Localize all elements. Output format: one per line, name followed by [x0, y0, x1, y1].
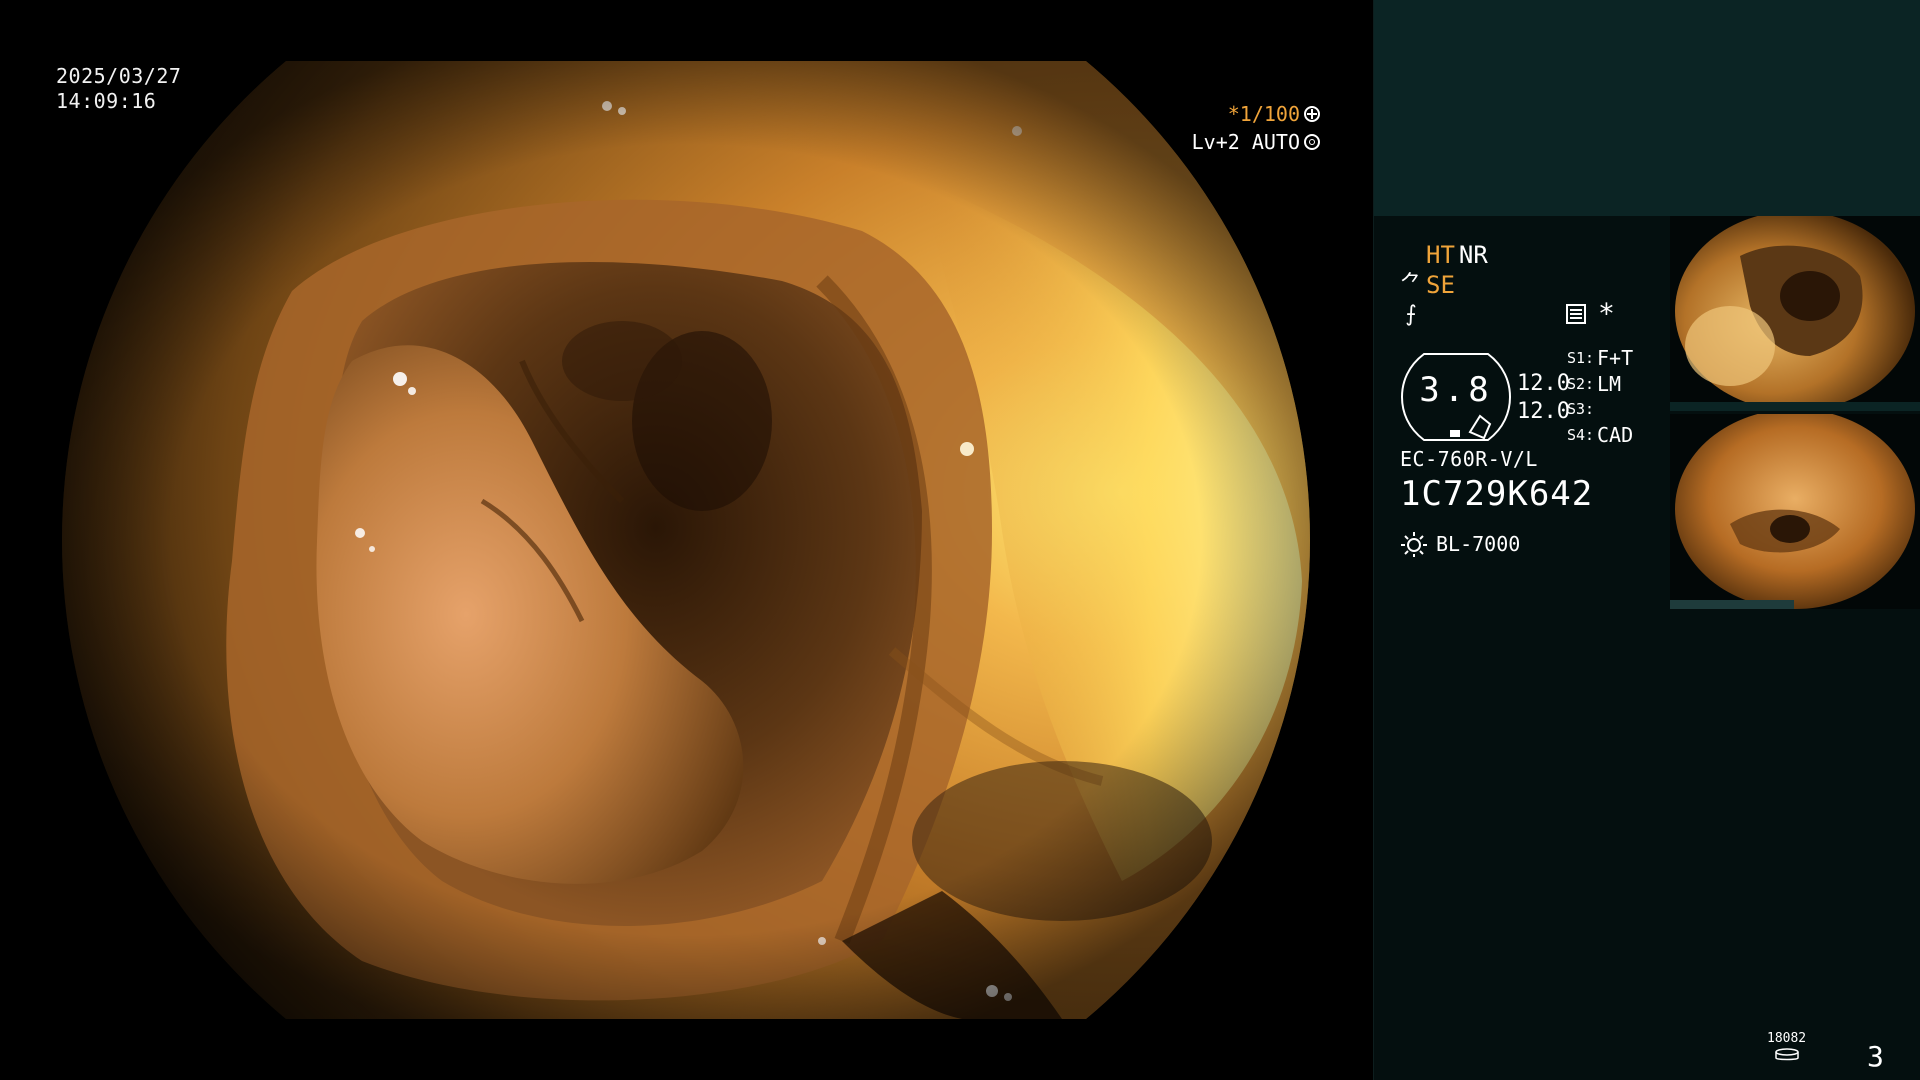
- sun-icon: [1401, 532, 1427, 557]
- info-panel: HT NR ⺈ SE ⨍ * 3.8 12.0 12.0 S1: F+T S2:…: [1373, 0, 1920, 1080]
- scale-value-1: 12.0: [1517, 371, 1570, 396]
- sharpness-line: ⨍: [1400, 300, 1488, 330]
- light-source: BL-7000: [1400, 530, 1520, 558]
- time-text: 14:09:16: [56, 89, 157, 113]
- setting-key: S1:: [1567, 349, 1595, 367]
- thumbnail-bar: [1670, 402, 1920, 411]
- thumbnail-image: [1675, 216, 1915, 411]
- thumbnail-image: [1675, 414, 1915, 609]
- light-source-model: BL-7000: [1436, 532, 1521, 556]
- iris-level: Lv+2 AUTO: [1191, 130, 1300, 154]
- captured-thumbnails: [1670, 216, 1920, 612]
- setting-value: CAD: [1597, 422, 1634, 447]
- disk-icon: [1774, 1048, 1799, 1061]
- se-label: SE: [1426, 271, 1455, 299]
- shutter-speed: *1/100: [1227, 102, 1300, 126]
- sharpness-icon: ⨍: [1405, 302, 1417, 327]
- asterisk-mark: *: [1598, 297, 1615, 330]
- ht-nr-line: HT NR: [1400, 240, 1488, 270]
- ring-icon: [1304, 134, 1320, 150]
- se-line: ⺈ SE: [1400, 270, 1488, 300]
- storage-counter: 18082: [1767, 1032, 1806, 1062]
- enhancement-status: HT NR ⺈ SE ⨍: [1400, 240, 1488, 330]
- zoom-gauge: 3.8: [1400, 352, 1512, 442]
- setting-key: S2:: [1567, 374, 1595, 393]
- setting-s2: S2: LM: [1567, 372, 1633, 398]
- switch-settings: S1: F+T S2: LM S3: S4: CAD: [1567, 346, 1633, 448]
- scope-model: EC-760R-V/L: [1400, 447, 1538, 471]
- endoscopy-monitor: 2025/03/27 14:09:16 *1/100 Lv+2 AUTO HT …: [0, 0, 1920, 1080]
- exposure-overlay: *1/100 Lv+2 AUTO: [1192, 100, 1320, 156]
- setting-key: S4:: [1567, 425, 1595, 444]
- setting-s3: S3:: [1567, 397, 1633, 423]
- image-count: 3: [1867, 1040, 1884, 1073]
- setting-s1: S1: F+T: [1567, 346, 1633, 372]
- endoscope-view: [62, 61, 1310, 1019]
- ht-label: HT: [1426, 241, 1455, 269]
- setting-key: S3:: [1567, 400, 1595, 418]
- fan-icon: [1304, 106, 1320, 122]
- thumbnail-2[interactable]: [1670, 414, 1920, 609]
- menu-list-icon: [1566, 304, 1586, 324]
- date-text: 2025/03/27: [56, 64, 182, 88]
- setting-value: LM: [1597, 371, 1622, 396]
- scale-values: 12.0 12.0: [1517, 370, 1570, 426]
- iris-row: Lv+2 AUTO: [1192, 128, 1320, 156]
- shutter-row: *1/100: [1192, 100, 1320, 128]
- storage-count: 18082: [1767, 1031, 1807, 1046]
- menu-icons: *: [1566, 297, 1615, 330]
- datetime-overlay: 2025/03/27 14:09:16: [56, 64, 181, 114]
- thumbnail-bar-active: [1670, 600, 1794, 609]
- scale-value-2: 12.0: [1517, 399, 1570, 424]
- nr-label: NR: [1458, 241, 1488, 269]
- gauge-value: 3.8: [1419, 370, 1493, 410]
- setting-value: F+T: [1597, 346, 1634, 370]
- structure-enhance-icon: ⺈: [1400, 272, 1423, 297]
- colon-lumen-image: [62, 61, 1310, 1019]
- setting-s4: S4: CAD: [1567, 423, 1633, 449]
- scope-serial: 1C729K642: [1400, 474, 1594, 514]
- thumbnail-1[interactable]: [1670, 216, 1920, 411]
- panel-header-area: [1374, 0, 1920, 216]
